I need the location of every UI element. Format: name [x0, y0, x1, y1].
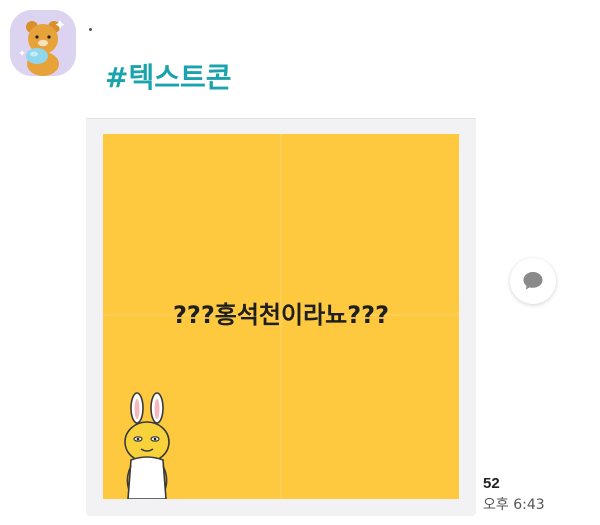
reply-button[interactable]	[510, 258, 556, 304]
emoticon-message-card[interactable]: #텍스트콘 ???홍석천이라뇨???	[86, 40, 476, 516]
ryan-bear-avatar-icon	[10, 10, 76, 76]
sender-avatar[interactable]	[10, 10, 76, 76]
text-emoticon[interactable]: ???홍석천이라뇨???	[103, 134, 459, 499]
hashtag-title[interactable]: #텍스트콘	[105, 60, 232, 96]
rabbit-character-icon	[124, 392, 170, 499]
speech-bubble-icon	[523, 272, 543, 290]
emoticon-text: ???홍석천이라뇨???	[172, 301, 389, 329]
message-timestamp: 오후 6:43	[483, 497, 545, 513]
unread-count: 52	[483, 475, 500, 492]
sender-name-marker	[89, 28, 92, 31]
card-header: #텍스트콘	[86, 40, 476, 119]
